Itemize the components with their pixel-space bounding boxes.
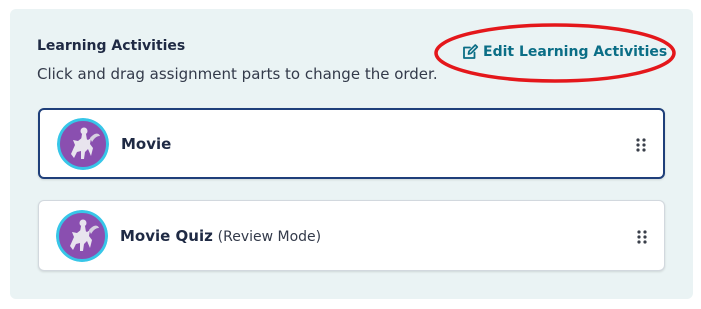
section-title: Learning Activities xyxy=(37,38,186,54)
activity-mode: (Review Mode) xyxy=(217,229,322,245)
highlight-circle-annotation xyxy=(434,23,676,83)
activity-card-movie-quiz[interactable]: Movie Quiz (Review Mode) xyxy=(38,200,665,271)
pegasus-rider-icon xyxy=(56,210,108,262)
activity-title: Movie xyxy=(121,135,171,153)
pegasus-rider-icon xyxy=(57,118,109,170)
activity-name: Movie Quiz xyxy=(120,227,213,245)
drag-handle-icon[interactable] xyxy=(636,138,646,152)
section-instructions: Click and drag assignment parts to chang… xyxy=(37,65,438,83)
activity-title: Movie Quiz (Review Mode) xyxy=(120,227,321,245)
drag-handle-icon[interactable] xyxy=(637,230,647,244)
activity-name: Movie xyxy=(121,135,172,153)
activity-card-movie[interactable]: Movie xyxy=(38,108,665,179)
